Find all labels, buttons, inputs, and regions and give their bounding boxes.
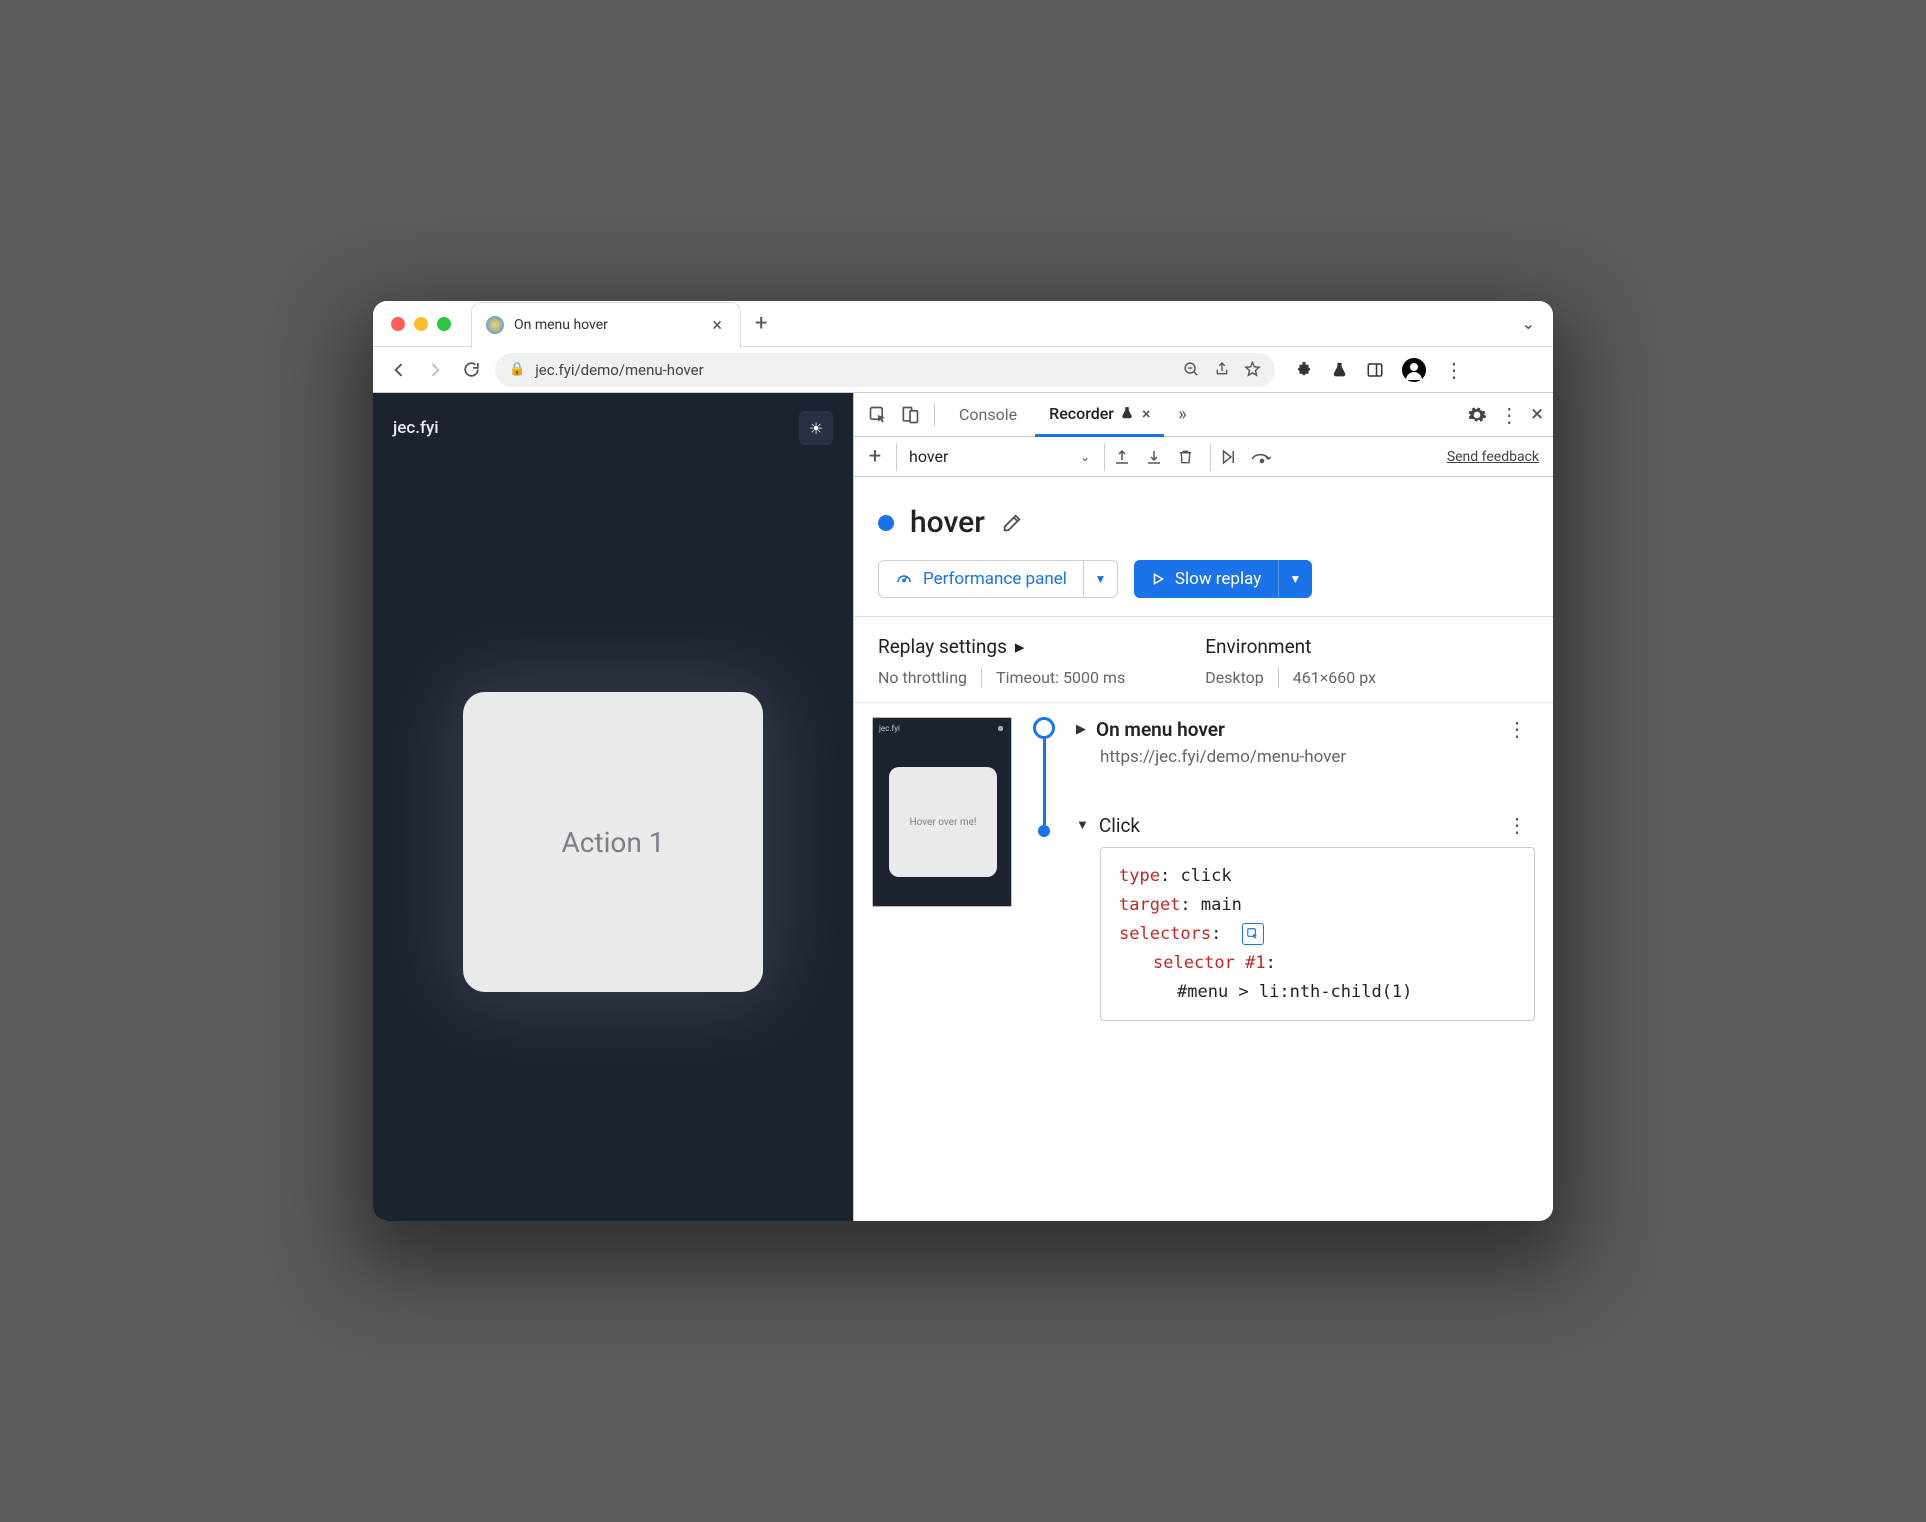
step-thumbnail[interactable]: jec.fyi Hover over me!: [872, 717, 1012, 907]
action-card[interactable]: Action 1: [463, 692, 763, 992]
close-window[interactable]: [391, 317, 405, 331]
step-navigate[interactable]: ▶ On menu hover ⋮: [1076, 717, 1535, 741]
chevron-right-icon: ▸: [1015, 635, 1025, 658]
extensions-icon[interactable]: [1295, 361, 1313, 379]
send-feedback-link[interactable]: Send feedback: [1447, 449, 1545, 465]
share-icon[interactable]: [1214, 361, 1230, 378]
back-button[interactable]: [387, 358, 411, 382]
recording-header: hover Performance panel ▼: [854, 477, 1553, 616]
tab-title: On menu hover: [514, 317, 698, 333]
step-menu-icon[interactable]: ⋮: [1499, 813, 1535, 837]
more-tabs-icon[interactable]: »: [1168, 401, 1196, 429]
select-element-icon[interactable]: [1242, 923, 1264, 945]
replay-dropdown[interactable]: ▼: [1278, 560, 1312, 598]
settings-icon[interactable]: [1467, 405, 1487, 425]
sun-icon: ☀: [809, 419, 823, 438]
minimize-window[interactable]: [414, 317, 428, 331]
tab-recorder[interactable]: Recorder ×: [1035, 393, 1164, 437]
page-brand[interactable]: jec.fyi: [393, 418, 439, 438]
settings-bar: Replay settings ▸ No throttling Timeout:…: [854, 616, 1553, 703]
theme-toggle-button[interactable]: ☀: [799, 411, 833, 445]
chevron-down-icon: ▼: [1076, 817, 1089, 833]
inspect-icon[interactable]: [864, 401, 892, 429]
step-details: type: click target: main selectors: sele…: [1100, 847, 1535, 1021]
urlbar-actions: [1183, 361, 1261, 378]
replay-button[interactable]: Slow replay ▼: [1134, 560, 1312, 598]
device-toggle-icon[interactable]: [896, 401, 924, 429]
maximize-window[interactable]: [437, 317, 451, 331]
devtools-tabs: Console Recorder × » ⋮ ×: [854, 393, 1553, 437]
env-device: Desktop: [1205, 668, 1264, 688]
chevron-down-icon: ⌄: [1080, 450, 1090, 464]
export-icon[interactable]: [1113, 448, 1131, 466]
gauge-icon: [895, 570, 913, 588]
tabs-dropdown-icon[interactable]: ⌄: [1522, 314, 1535, 333]
tab-close-icon[interactable]: ×: [1142, 404, 1151, 423]
timeline: [1030, 717, 1058, 1021]
environment-title: Environment: [1205, 635, 1376, 658]
main-area: jec.fyi ☀ Action 1: [373, 393, 1553, 1221]
thumb-theme-icon: [998, 726, 1003, 731]
new-tab-button[interactable]: +: [755, 311, 767, 336]
lock-icon: 🔒: [509, 362, 525, 377]
replay-settings-toggle[interactable]: Replay settings ▸: [878, 635, 1125, 658]
action-card-text: Action 1: [561, 826, 664, 859]
import-icon[interactable]: [1145, 448, 1163, 466]
timeout-value: Timeout: 5000 ms: [996, 668, 1125, 688]
play-icon[interactable]: [1219, 448, 1237, 466]
favicon-icon: [486, 316, 504, 334]
browser-window: On menu hover × + ⌄ 🔒 jec.fyi/demo/menu-…: [373, 301, 1553, 1221]
profile-avatar[interactable]: [1402, 358, 1426, 382]
url-text: jec.fyi/demo/menu-hover: [535, 361, 1173, 379]
forward-button[interactable]: [423, 358, 447, 382]
recording-status-dot: [878, 515, 894, 531]
window-controls: [391, 317, 451, 331]
labs-icon[interactable]: [1331, 361, 1348, 379]
menu-icon[interactable]: ⋮: [1444, 358, 1464, 382]
browser-actions: ⋮: [1295, 358, 1464, 382]
titlebar: On menu hover × + ⌄: [373, 301, 1553, 347]
performance-panel-button[interactable]: Performance panel ▼: [878, 560, 1118, 598]
bookmark-icon[interactable]: [1244, 361, 1261, 378]
devtools-panel: Console Recorder × » ⋮ × + hover: [853, 393, 1553, 1221]
address-bar[interactable]: 🔒 jec.fyi/demo/menu-hover: [495, 353, 1275, 387]
env-size: 461×660 px: [1293, 668, 1376, 688]
recorder-toolbar: + hover ⌄ Send feedback: [854, 437, 1553, 477]
zoom-icon[interactable]: [1183, 361, 1200, 378]
browser-tab[interactable]: On menu hover ×: [471, 302, 741, 348]
steps-area: jec.fyi Hover over me! ▶: [854, 703, 1553, 1041]
step-menu-icon[interactable]: ⋮: [1499, 717, 1535, 741]
devtools-menu-icon[interactable]: ⋮: [1499, 403, 1519, 427]
reload-button[interactable]: [459, 358, 483, 382]
page-content: jec.fyi ☀ Action 1: [373, 393, 853, 1221]
toolbar: 🔒 jec.fyi/demo/menu-hover ⋮: [373, 347, 1553, 393]
edit-icon[interactable]: [1001, 512, 1023, 534]
delete-icon[interactable]: [1177, 448, 1194, 466]
step-over-icon[interactable]: [1251, 449, 1273, 465]
thumb-card: Hover over me!: [889, 767, 997, 877]
step-click[interactable]: ▼ Click ⋮: [1076, 813, 1535, 837]
play-icon: [1151, 572, 1165, 586]
chevron-right-icon: ▶: [1076, 722, 1086, 737]
performance-panel-dropdown[interactable]: ▼: [1084, 560, 1118, 598]
selector-value[interactable]: #menu > li:nth-child(1): [1177, 982, 1412, 1002]
devtools-close-icon[interactable]: ×: [1531, 402, 1543, 427]
timeline-node: [1033, 717, 1055, 739]
panel-icon[interactable]: [1366, 361, 1384, 379]
recording-selector[interactable]: hover ⌄: [896, 443, 1096, 471]
step-url: https://jec.fyi/demo/menu-hover: [1100, 747, 1535, 767]
tab-close-icon[interactable]: ×: [708, 315, 726, 336]
tab-console[interactable]: Console: [945, 393, 1031, 437]
pin-icon: [1120, 406, 1134, 420]
timeline-node: [1038, 825, 1050, 837]
new-recording-button[interactable]: +: [862, 444, 888, 469]
recording-title: hover: [910, 505, 985, 540]
throttling-value: No throttling: [878, 668, 967, 688]
